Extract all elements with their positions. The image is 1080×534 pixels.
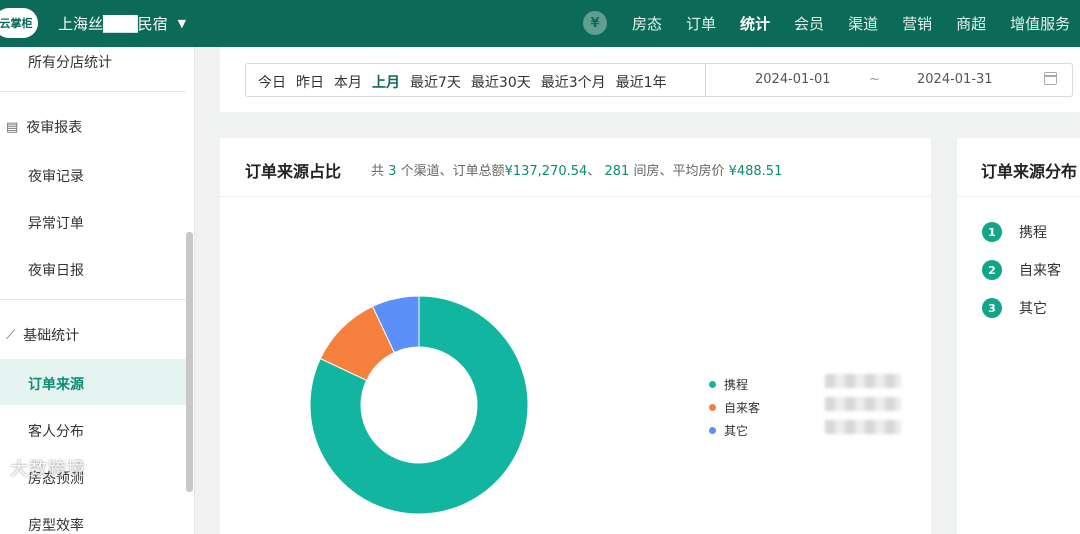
hotel-selector[interactable]: 上海丝███民宿 ▼ <box>58 13 186 34</box>
card-divider <box>957 196 1080 197</box>
chart-legend: 携程 自来客 其它 <box>709 373 760 442</box>
range-last-1-year[interactable]: 最近1年 <box>616 72 667 92</box>
total-amount: ¥137,270.54 <box>504 164 588 179</box>
legend-dot <box>709 404 716 411</box>
legend-item[interactable]: 自来客 <box>709 396 760 419</box>
sidebar-item-order-source[interactable]: 订单来源 <box>28 374 84 394</box>
distribution-label: 自来客 <box>1019 263 1061 279</box>
average-price: ¥488.51 <box>728 164 783 179</box>
date-separator: ~ <box>869 72 880 87</box>
sidebar-item-room-type-efficiency[interactable]: 房型效率 <box>28 515 84 534</box>
line-chart-icon: ⟋ <box>6 327 16 343</box>
app-logo[interactable]: 云掌柜 <box>0 8 38 38</box>
start-date-input[interactable]: 2024-01-01 <box>755 72 831 87</box>
end-date-input[interactable]: 2024-01-31 <box>917 72 993 87</box>
nav-orders[interactable]: 订单 <box>686 13 716 34</box>
sidebar-item-abnormal-orders[interactable]: 异常订单 <box>28 213 84 233</box>
range-last-month[interactable]: 上月 <box>372 72 400 92</box>
range-this-month[interactable]: 本月 <box>334 72 362 92</box>
blurred-value <box>825 420 901 434</box>
nav-marketing[interactable]: 营销 <box>902 13 932 34</box>
blurred-value <box>825 397 901 411</box>
watermark-text: 大数跨境 <box>10 459 86 480</box>
summary-text: 共 <box>371 164 385 179</box>
date-range-options: 今日 昨日 本月 上月 最近7天 最近30天 最近3个月 最近1年 <box>258 72 677 92</box>
nav-members[interactable]: 会员 <box>794 13 824 34</box>
summary-text: 个渠道、订单总额 <box>400 164 505 179</box>
distribution-item[interactable]: 3 其它 <box>982 298 1047 318</box>
order-source-donut-chart <box>309 295 529 515</box>
yen-icon[interactable]: ¥ <box>583 11 607 35</box>
legend-item[interactable]: 携程 <box>709 373 760 396</box>
sidebar-divider <box>0 299 186 300</box>
top-nav-bar: 云掌柜 上海丝███民宿 ▼ ¥ 房态 订单 统计 会员 渠道 营销 商超 增值… <box>0 0 1080 47</box>
range-last-3-months[interactable]: 最近3个月 <box>541 72 606 92</box>
legend-label: 携程 <box>724 378 749 392</box>
room-nights: 281 <box>604 164 630 179</box>
distribution-label: 其它 <box>1019 301 1047 317</box>
sidebar-item-guest-distribution[interactable]: 客人分布 <box>28 421 84 441</box>
sidebar-group-night-audit[interactable]: ▤ 夜审报表 <box>6 117 82 137</box>
order-source-title: 订单来源占比 <box>245 162 342 181</box>
distribution-item[interactable]: 1 携程 <box>982 222 1047 242</box>
date-divider <box>705 64 706 96</box>
sidebar-item-all-store-stats[interactable]: 所有分店统计 <box>28 52 112 72</box>
summary-text: 间房、平均房价 <box>633 164 725 179</box>
legend-label: 其它 <box>724 424 749 438</box>
sidebar-group-basic-stats[interactable]: ⟋ 基础统计 <box>6 325 79 345</box>
main-nav: 房态 订单 统计 会员 渠道 营销 商超 增值服务 <box>632 13 1080 34</box>
distribution-item[interactable]: 2 自来客 <box>982 260 1061 280</box>
channel-count: 3 <box>388 164 397 179</box>
report-icon: ▤ <box>6 119 19 135</box>
card-divider <box>220 196 931 197</box>
sidebar-group-label: 夜审报表 <box>26 120 83 136</box>
nav-value-added[interactable]: 增值服务 <box>1010 13 1070 34</box>
rank-badge: 2 <box>982 260 1002 280</box>
distribution-label: 携程 <box>1019 225 1047 241</box>
legend-item[interactable]: 其它 <box>709 419 760 442</box>
nav-channels[interactable]: 渠道 <box>848 13 878 34</box>
nav-statistics[interactable]: 统计 <box>740 13 770 34</box>
legend-dot <box>709 427 716 434</box>
sidebar-group-label: 基础统计 <box>23 328 80 344</box>
range-yesterday[interactable]: 昨日 <box>296 72 324 92</box>
rank-badge: 3 <box>982 298 1002 318</box>
sidebar-scrollbar[interactable] <box>186 232 193 492</box>
summary-separator: 、 <box>587 164 601 179</box>
range-last-7-days[interactable]: 最近7天 <box>410 72 461 92</box>
order-distribution-title: 订单来源分布 <box>981 162 1078 181</box>
blurred-value <box>825 374 901 388</box>
nav-mall[interactable]: 商超 <box>956 13 986 34</box>
nav-room-status[interactable]: 房态 <box>632 13 662 34</box>
caret-down-icon: ▼ <box>177 17 187 30</box>
range-today[interactable]: 今日 <box>258 72 286 92</box>
sidebar-item-night-audit-daily[interactable]: 夜审日报 <box>28 260 84 280</box>
range-last-30-days[interactable]: 最近30天 <box>471 72 531 92</box>
calendar-icon[interactable] <box>1044 72 1057 85</box>
sidebar-divider <box>0 91 186 92</box>
legend-dot <box>709 381 716 388</box>
legend-label: 自来客 <box>724 401 761 415</box>
hotel-name: 上海丝███民宿 <box>58 15 168 33</box>
order-distribution-card <box>957 138 1080 534</box>
sidebar-item-night-audit-record[interactable]: 夜审记录 <box>28 166 84 186</box>
order-source-summary: 共 3 个渠道、订单总额¥137,270.54、 281 间房、平均房价 ¥48… <box>371 160 782 179</box>
rank-badge: 1 <box>982 222 1002 242</box>
